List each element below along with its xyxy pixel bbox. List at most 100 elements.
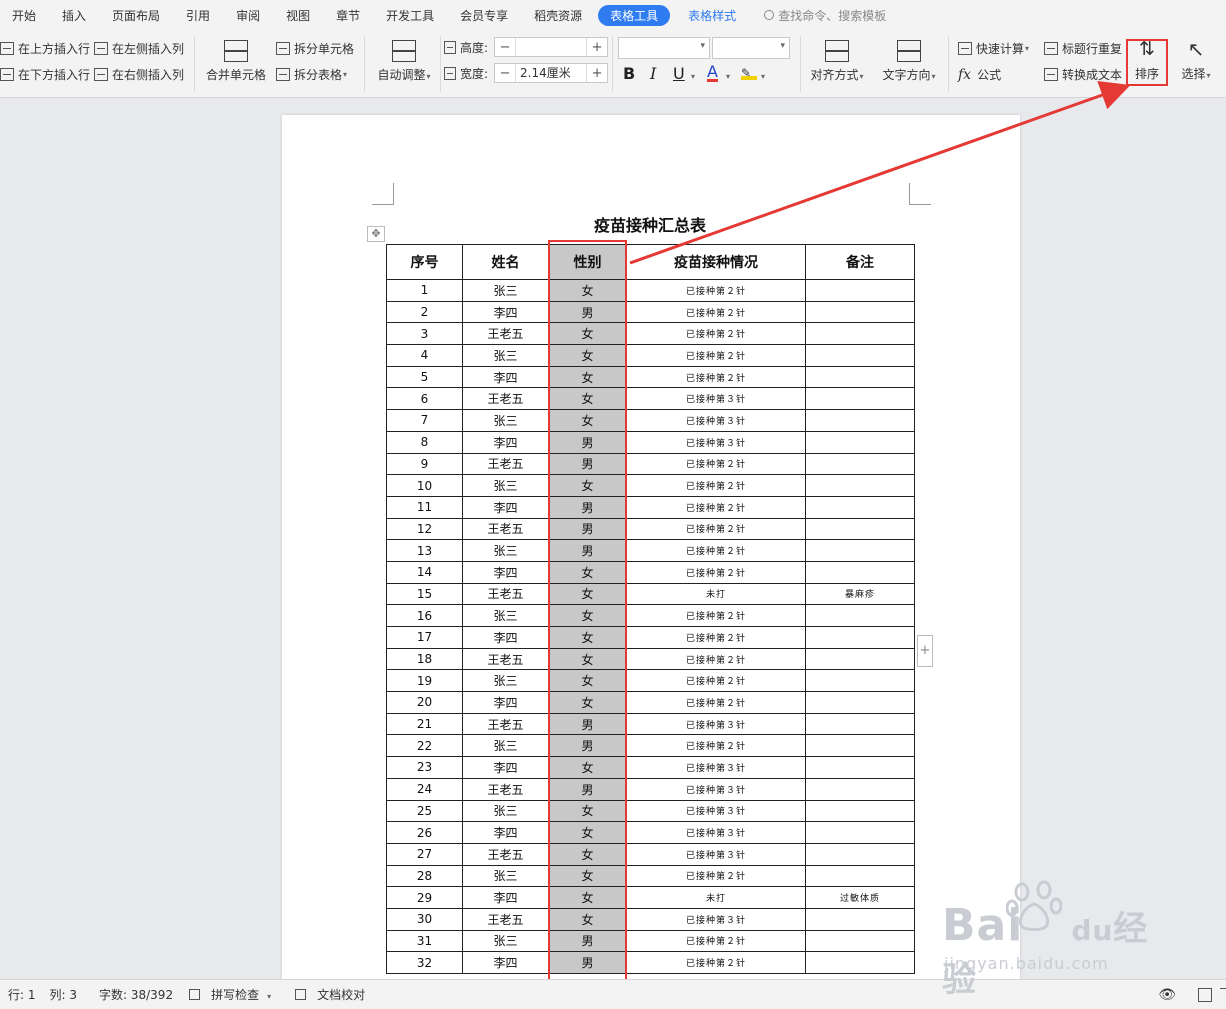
select-button[interactable]: ↖ 选择▾ xyxy=(1176,38,1216,82)
table-cell[interactable] xyxy=(805,430,915,454)
table-cell[interactable] xyxy=(805,517,915,541)
table-cell[interactable]: 张三 xyxy=(462,409,549,432)
table-cell[interactable]: 已接种第２针 xyxy=(626,647,806,671)
table-cell[interactable]: 11 xyxy=(386,495,463,519)
formula-button[interactable]: fx 公式 xyxy=(958,66,1001,83)
table-cell[interactable]: 17 xyxy=(386,626,463,649)
column-header[interactable]: 疫苗接种情况 xyxy=(626,244,806,280)
table-cell[interactable]: 2 xyxy=(386,300,463,324)
table-cell[interactable]: 李四 xyxy=(462,560,549,584)
table-cell[interactable]: 25 xyxy=(386,799,463,823)
table-cell[interactable]: 已接种第３针 xyxy=(626,907,806,931)
align-button[interactable]: 对齐方式▾ xyxy=(804,40,870,83)
table-cell[interactable]: 已接种第２针 xyxy=(626,734,806,758)
insert-col-right-button[interactable]: 在右侧插入列 xyxy=(94,66,184,83)
table-cell[interactable]: 28 xyxy=(386,864,463,888)
table-cell[interactable]: 已接种第２针 xyxy=(626,604,806,627)
table-cell[interactable]: 王老五 xyxy=(462,517,549,541)
table-cell[interactable] xyxy=(805,842,915,866)
underline-button[interactable]: U xyxy=(673,64,685,83)
table-cell[interactable] xyxy=(805,452,915,476)
split-table-button[interactable]: 拆分表格 ▾ xyxy=(276,66,347,83)
command-search[interactable]: 查找命令、搜索模板 xyxy=(764,7,886,24)
table-cell[interactable]: 王老五 xyxy=(462,452,549,476)
insert-row-below-button[interactable]: 在下方插入行 xyxy=(0,66,90,83)
height-decrease-button[interactable]: − xyxy=(495,40,515,55)
width-increase-button[interactable]: + xyxy=(587,66,607,81)
table-cell[interactable]: 10 xyxy=(386,474,463,497)
table-cell[interactable] xyxy=(805,365,915,389)
table-cell[interactable]: 已接种第３针 xyxy=(626,712,806,736)
table-cell[interactable]: 张三 xyxy=(462,864,549,888)
table-cell[interactable]: 李四 xyxy=(462,691,549,714)
insert-col-left-button[interactable]: 在左侧插入列 xyxy=(94,40,184,57)
table-cell[interactable]: 19 xyxy=(386,669,463,693)
table-cell[interactable] xyxy=(805,951,915,974)
table-cell[interactable]: 8 xyxy=(386,430,463,454)
table-cell[interactable]: 已接种第３针 xyxy=(626,777,806,801)
table-cell[interactable] xyxy=(805,712,915,736)
table-cell[interactable]: 9 xyxy=(386,452,463,476)
italic-button[interactable]: I xyxy=(650,64,656,83)
table-cell[interactable]: 1 xyxy=(386,279,463,302)
table-cell[interactable]: 已接种第２针 xyxy=(626,626,806,649)
table-cell[interactable]: 16 xyxy=(386,604,463,627)
quick-calc-button[interactable]: 快速计算 ▾ xyxy=(958,40,1029,57)
table-cell[interactable]: 22 xyxy=(386,734,463,758)
table-cell[interactable]: 李四 xyxy=(462,430,549,454)
table-cell[interactable]: 已接种第２针 xyxy=(626,474,806,497)
height-increase-button[interactable]: + xyxy=(587,40,607,55)
split-cells-button[interactable]: 拆分单元格 xyxy=(276,40,354,57)
table-cell[interactable]: 29 xyxy=(386,886,463,909)
layout-icon[interactable] xyxy=(1220,987,1226,1002)
table-cell[interactable]: 张三 xyxy=(462,669,549,693)
table-cell[interactable]: 18 xyxy=(386,647,463,671)
table-cell[interactable] xyxy=(805,279,915,302)
table-cell[interactable]: 7 xyxy=(386,409,463,432)
table-cell[interactable]: 已接种第３针 xyxy=(626,821,806,844)
menu-tab[interactable]: 开发工具 xyxy=(386,7,434,24)
table-cell[interactable] xyxy=(805,821,915,844)
header-repeat-button[interactable]: 标题行重复 xyxy=(1044,40,1122,57)
table-cell[interactable] xyxy=(805,864,915,888)
table-cell[interactable]: 王老五 xyxy=(462,322,549,346)
font-size-select[interactable] xyxy=(712,37,790,59)
table-cell[interactable] xyxy=(805,691,915,714)
table-cell[interactable]: 6 xyxy=(386,387,463,411)
table-cell[interactable]: 已接种第２针 xyxy=(626,539,806,562)
menu-tab[interactable]: 插入 xyxy=(62,7,86,24)
table-cell[interactable]: 21 xyxy=(386,712,463,736)
table-cell[interactable]: 王老五 xyxy=(462,647,549,671)
table-cell[interactable]: 已接种第３针 xyxy=(626,387,806,411)
table-cell[interactable]: 王老五 xyxy=(462,582,549,606)
table-cell[interactable]: 李四 xyxy=(462,300,549,324)
table-cell[interactable]: 27 xyxy=(386,842,463,866)
table-cell[interactable]: 张三 xyxy=(462,604,549,627)
table-cell[interactable]: 5 xyxy=(386,365,463,389)
bold-button[interactable]: B xyxy=(623,64,635,83)
table-cell[interactable]: 张三 xyxy=(462,929,549,953)
table-cell[interactable] xyxy=(805,929,915,953)
table-cell[interactable]: 王老五 xyxy=(462,842,549,866)
table-cell[interactable]: 已接种第２针 xyxy=(626,669,806,693)
table-cell[interactable]: 已接种第２针 xyxy=(626,560,806,584)
table-cell[interactable]: 已接种第２针 xyxy=(626,517,806,541)
table-cell[interactable] xyxy=(805,777,915,801)
table-cell[interactable] xyxy=(805,495,915,519)
table-cell[interactable]: 暴麻疹 xyxy=(805,582,915,606)
column-header[interactable]: 序号 xyxy=(386,244,463,280)
col-width-stepper[interactable]: −2.14厘米 + xyxy=(494,63,609,83)
table-cell[interactable]: 未打 xyxy=(626,582,806,606)
col-width-field[interactable]: 2.14厘米 xyxy=(515,64,588,82)
table-cell[interactable]: 已接种第３针 xyxy=(626,842,806,866)
table-cell[interactable]: 已接种第２针 xyxy=(626,691,806,714)
menu-tab[interactable]: 视图 xyxy=(286,7,310,24)
table-cell[interactable]: 30 xyxy=(386,907,463,931)
convert-to-text-button[interactable]: 转换成文本 xyxy=(1044,66,1122,83)
table-cell[interactable] xyxy=(805,474,915,497)
table-cell[interactable] xyxy=(805,669,915,693)
width-decrease-button[interactable]: − xyxy=(495,66,515,81)
add-column-handle[interactable]: + xyxy=(917,635,933,667)
insert-row-above-button[interactable]: 在上方插入行 xyxy=(0,40,90,57)
table-cell[interactable]: 未打 xyxy=(626,886,806,909)
